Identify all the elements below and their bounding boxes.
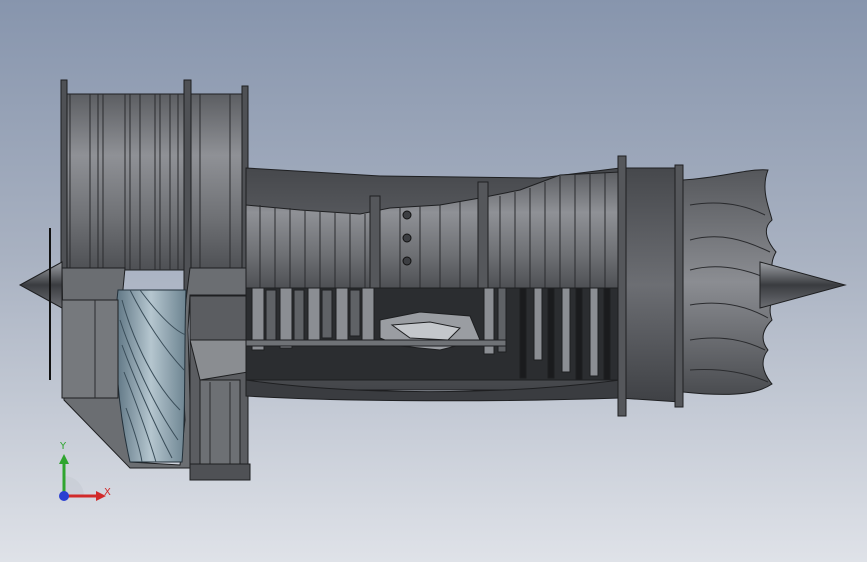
engine-model[interactable]: [0, 0, 867, 562]
z-axis-icon: [59, 491, 69, 501]
x-axis-label: X: [104, 487, 111, 498]
tail-cone[interactable]: [759, 261, 847, 309]
fan-casing[interactable]: [60, 79, 249, 295]
fan-spinner[interactable]: [18, 228, 63, 380]
graphics-viewport[interactable]: Y X: [0, 0, 867, 562]
coordinate-triad[interactable]: Y X: [48, 440, 118, 510]
intermediate-case[interactable]: [189, 295, 251, 481]
y-axis-label: Y: [60, 441, 67, 452]
y-arrow-icon: [59, 454, 69, 464]
